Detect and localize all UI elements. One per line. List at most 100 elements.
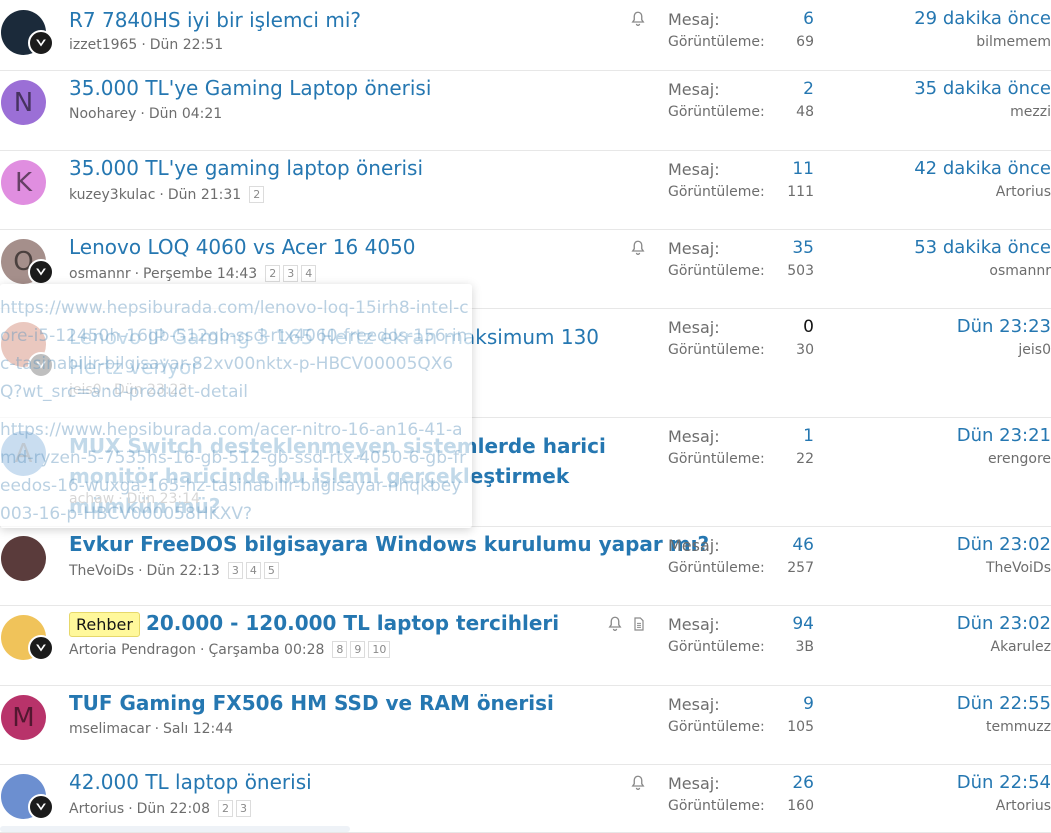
thread-start-date[interactable]: Çarşamba 00:28	[209, 642, 325, 658]
thread-title-text[interactable]: 20.000 - 120.000 TL laptop tercihleri	[146, 611, 559, 635]
last-post-user[interactable]: bilmemem	[976, 34, 1051, 50]
page-link[interactable]: 10	[368, 641, 390, 658]
thread-title-text[interactable]: TUF Gaming FX506 HM SSD ve RAM önerisi	[69, 691, 554, 715]
meta-separator: ·	[135, 266, 139, 282]
thread-row[interactable]: Rehber20.000 - 120.000 TL laptop tercihl…	[0, 605, 1051, 686]
thread-row[interactable]: K 35.000 TL'ye gaming laptop önerisi kuzey…	[0, 150, 1051, 230]
avatar[interactable]	[1, 536, 46, 581]
last-post-user[interactable]: Artorius	[996, 184, 1051, 200]
replies-count[interactable]: 26	[792, 773, 814, 793]
thread-start-date[interactable]: Dün 22:13	[147, 563, 220, 579]
views-label: Görüntüleme:	[668, 184, 765, 200]
thread-title[interactable]: R7 7840HS iyi bir işlemci mi?	[69, 8, 361, 32]
last-post-time[interactable]: 35 dakika önce	[914, 78, 1051, 99]
avatar[interactable]: N	[1, 80, 46, 125]
thread-start-date[interactable]: Dün 21:31	[168, 187, 241, 203]
replies-count[interactable]: 35	[792, 238, 814, 258]
avatar[interactable]: M	[1, 695, 46, 740]
last-post-user[interactable]: temmuzz	[986, 719, 1051, 735]
thread-row[interactable]: 42.000 TL laptop önerisiArtorius·Dün 22:…	[0, 764, 1051, 833]
page-link[interactable]: 3	[228, 562, 243, 579]
views-count: 105	[787, 719, 814, 735]
thread-author[interactable]: osmannr	[69, 266, 131, 282]
thread-title-text[interactable]: 35.000 TL'ye gaming laptop önerisi	[69, 156, 423, 180]
thread-title[interactable]: 35.000 TL'ye Gaming Laptop önerisi	[69, 76, 431, 100]
page-link[interactable]: 5	[264, 562, 279, 579]
replies-count[interactable]: 6	[803, 9, 814, 29]
page-link[interactable]: 2	[265, 265, 280, 282]
thread-start-date[interactable]: Dün 22:51	[150, 37, 223, 53]
thread-author[interactable]: Nooharey	[69, 106, 136, 122]
last-post-user[interactable]: osmannr	[989, 263, 1051, 279]
last-post-time[interactable]: 42 dakika önce	[914, 158, 1051, 179]
replies-count[interactable]: 9	[803, 694, 814, 714]
views-count: 257	[787, 560, 814, 576]
last-post-time[interactable]: 53 dakika önce	[914, 237, 1051, 258]
thread-start-date[interactable]: Salı 12:44	[163, 721, 233, 737]
thread-title[interactable]: 42.000 TL laptop önerisi	[69, 770, 312, 794]
page-link[interactable]: 3	[283, 265, 298, 282]
page-link[interactable]: 4	[301, 265, 316, 282]
last-post-time[interactable]: Dün 23:21	[957, 425, 1051, 446]
last-post-user[interactable]: jeis0	[1018, 342, 1051, 358]
avatar[interactable]: K	[1, 160, 46, 205]
views-count: 69	[796, 34, 814, 50]
thread-row[interactable]: R7 7840HS iyi bir işlemci mi?izzet1965·D…	[0, 0, 1051, 71]
thread-meta: mselimacar·Salı 12:44	[69, 721, 233, 737]
views-count: 30	[796, 342, 814, 358]
thread-row[interactable]: M TUF Gaming FX506 HM SSD ve RAM önerisi m…	[0, 685, 1051, 765]
thread-title-text[interactable]: Lenovo LOQ 4060 vs Acer 16 4050	[69, 235, 416, 259]
page-link[interactable]: 3	[236, 800, 251, 817]
thread-title[interactable]: Lenovo LOQ 4060 vs Acer 16 4050	[69, 235, 416, 259]
watch-bell-icon	[629, 774, 647, 792]
thread-title-text[interactable]: Evkur FreeDOS bilgisayara Windows kurulu…	[69, 532, 709, 556]
views-count: 48	[796, 104, 814, 120]
thread-title-text[interactable]: 35.000 TL'ye Gaming Laptop önerisi	[69, 76, 431, 100]
page-link[interactable]: 2	[218, 800, 233, 817]
page-link[interactable]: 4	[246, 562, 261, 579]
last-post-user[interactable]: Akarulez	[991, 639, 1051, 655]
last-post-time[interactable]: 29 dakika önce	[914, 8, 1051, 29]
replies-count[interactable]: 1	[803, 426, 814, 446]
last-post-user[interactable]: Artorius	[996, 798, 1051, 814]
replies-label: Mesaj:	[668, 10, 720, 29]
page-link[interactable]: 8	[332, 641, 347, 658]
thread-start-date[interactable]: Perşembe 14:43	[143, 266, 257, 282]
page-link[interactable]: 9	[350, 641, 365, 658]
last-post-time[interactable]: Dün 22:55	[957, 693, 1051, 714]
replies-count[interactable]: 2	[803, 79, 814, 99]
thread-title[interactable]: Rehber20.000 - 120.000 TL laptop tercihl…	[69, 611, 559, 637]
thread-start-date[interactable]: Dün 22:08	[137, 801, 210, 817]
thread-prefix-label[interactable]: Rehber	[69, 612, 140, 637]
thread-row[interactable]: N 35.000 TL'ye Gaming Laptop önerisi Nooha…	[0, 70, 1051, 151]
last-post-user[interactable]: mezzi	[1010, 104, 1051, 120]
last-post-time[interactable]: Dün 22:54	[957, 772, 1051, 793]
page-link[interactable]: 2	[249, 186, 264, 203]
thread-row[interactable]: Evkur FreeDOS bilgisayara Windows kurulu…	[0, 526, 1051, 606]
thread-title[interactable]: 35.000 TL'ye gaming laptop önerisi	[69, 156, 423, 180]
thread-title-text[interactable]: R7 7840HS iyi bir işlemci mi?	[69, 8, 361, 32]
last-post-time[interactable]: Dün 23:23	[957, 316, 1051, 337]
thread-title-text[interactable]: 42.000 TL laptop önerisi	[69, 770, 312, 794]
thread-author[interactable]: mselimacar	[69, 721, 151, 737]
thread-author[interactable]: TheVoiDs	[69, 563, 134, 579]
thread-title[interactable]: TUF Gaming FX506 HM SSD ve RAM önerisi	[69, 691, 554, 715]
thread-author[interactable]: izzet1965	[69, 37, 137, 53]
replies-count[interactable]: 94	[792, 614, 814, 634]
last-post-time[interactable]: Dün 23:02	[957, 613, 1051, 634]
tooltip-url-2: https://www.hepsiburada.com/acer-nitro-1…	[0, 416, 472, 528]
thread-meta: Nooharey·Dün 04:21	[69, 106, 222, 122]
replies-count[interactable]: 11	[792, 159, 814, 179]
thread-author[interactable]: kuzey3kulac	[69, 187, 155, 203]
thread-meta: kuzey3kulac·Dün 21:312	[69, 186, 267, 203]
thread-title[interactable]: Evkur FreeDOS bilgisayara Windows kurulu…	[69, 532, 709, 556]
thread-start-date[interactable]: Dün 04:21	[149, 106, 222, 122]
thread-author[interactable]: Artoria Pendragon	[69, 642, 196, 658]
replies-count[interactable]: 46	[792, 535, 814, 555]
last-post-user[interactable]: erengore	[988, 451, 1051, 467]
horizontal-scrollbar[interactable]	[0, 826, 350, 832]
thread-author[interactable]: Artorius	[69, 801, 124, 817]
last-post-user[interactable]: TheVoiDs	[986, 560, 1051, 576]
last-post-time[interactable]: Dün 23:02	[957, 534, 1051, 555]
thread-meta: osmannr·Perşembe 14:43 234	[69, 265, 319, 282]
